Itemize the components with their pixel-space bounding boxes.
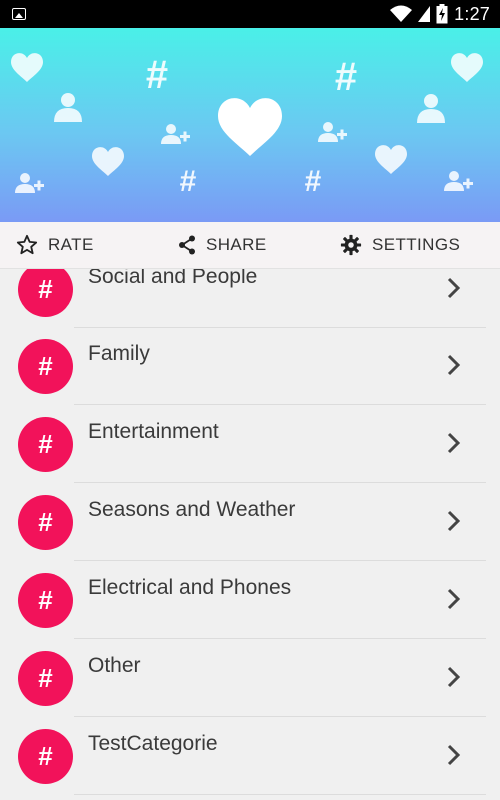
category-row-seasons-and-weather[interactable]: # Seasons and Weather — [0, 484, 500, 561]
status-bar: 1:27 — [0, 0, 500, 28]
gear-icon — [340, 234, 362, 256]
star-icon — [16, 234, 38, 255]
category-row-entertainment[interactable]: # Entertainment — [0, 406, 500, 483]
hash-icon: # — [335, 55, 357, 99]
divider — [74, 482, 486, 483]
user-icon — [417, 94, 445, 123]
image-notification-icon — [12, 8, 26, 20]
category-label: Electrical and Phones — [88, 576, 292, 599]
user-add-icon — [161, 124, 190, 144]
chevron-right-icon — [447, 666, 461, 688]
share-icon — [179, 235, 195, 255]
hash-icon: # — [305, 165, 322, 198]
category-label: Family — [88, 342, 150, 365]
chevron-right-icon — [447, 744, 461, 766]
heart-icon — [375, 145, 407, 174]
share-button[interactable]: SHARE — [178, 222, 267, 268]
hash-icon: # — [146, 53, 168, 97]
hash-badge-icon: # — [18, 269, 73, 317]
user-add-icon — [318, 122, 347, 142]
chevron-right-icon — [447, 354, 461, 376]
category-label: Seasons and Weather — [88, 498, 296, 521]
settings-button[interactable]: SETTINGS — [340, 222, 460, 268]
chevron-right-icon — [447, 510, 461, 532]
category-row-social-and-people[interactable]: # Social and People — [0, 269, 500, 328]
category-label: Social and People — [88, 269, 258, 288]
settings-label: SETTINGS — [372, 235, 461, 254]
rate-label: RATE — [48, 235, 94, 254]
category-list: # Social and People # Family # Entertain… — [0, 269, 500, 800]
chevron-right-icon — [447, 588, 461, 610]
hash-icon: # — [180, 165, 197, 198]
category-row-electrical-and-phones[interactable]: # Electrical and Phones — [0, 562, 500, 639]
chevron-right-icon — [447, 277, 461, 299]
user-add-icon — [15, 173, 44, 193]
hash-badge-icon: # — [18, 729, 73, 784]
heart-icon — [92, 147, 124, 176]
category-label: TestCategorie — [88, 732, 218, 755]
hash-badge-icon: # — [18, 417, 73, 472]
divider — [74, 794, 486, 795]
heart-icon — [11, 53, 43, 82]
divider — [74, 404, 486, 405]
divider — [74, 560, 486, 561]
big-heart-icon — [218, 98, 282, 156]
battery-charging-icon — [436, 4, 448, 24]
divider — [74, 716, 486, 717]
heart-icon — [451, 53, 483, 82]
chevron-right-icon — [447, 432, 461, 454]
hash-badge-icon: # — [18, 573, 73, 628]
divider — [74, 638, 486, 639]
category-row-testcategorie[interactable]: # TestCategorie — [0, 718, 500, 795]
user-icon — [54, 93, 82, 122]
category-label: Entertainment — [88, 420, 219, 443]
category-row-family[interactable]: # Family — [0, 328, 500, 405]
share-label: SHARE — [206, 235, 267, 254]
signal-icon — [418, 6, 431, 22]
hash-badge-icon: # — [18, 651, 73, 706]
header-banner: # # # # — [0, 28, 500, 222]
hash-badge-icon: # — [18, 339, 73, 394]
rate-button[interactable]: RATE — [16, 222, 94, 268]
action-toolbar: RATE SHARE SETTINGS — [0, 222, 500, 269]
hash-badge-icon: # — [18, 495, 73, 550]
status-time: 1:27 — [454, 3, 490, 24]
user-add-icon — [444, 171, 473, 191]
category-label: Other — [88, 654, 141, 677]
wifi-icon — [390, 5, 413, 22]
category-row-other[interactable]: # Other — [0, 640, 500, 717]
